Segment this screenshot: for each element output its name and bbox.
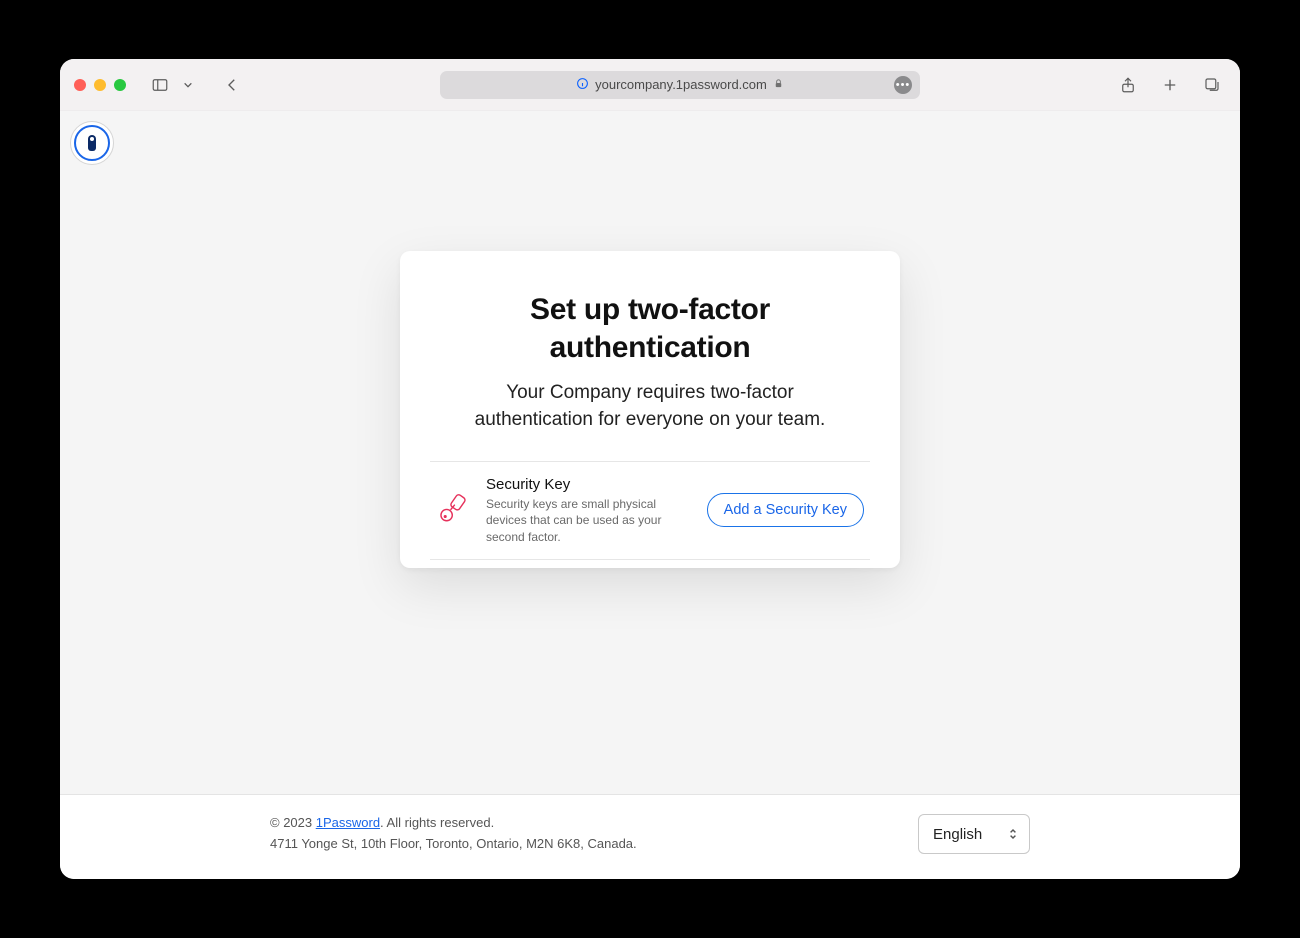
page-title: Set up two-factor authentication [430,291,870,366]
sidebar-menu-chevron-icon[interactable] [174,73,202,97]
security-key-row: Security Key Security keys are small phy… [430,461,870,560]
page-actions-icon[interactable]: ••• [894,76,912,94]
copyright-suffix: . All rights reserved. [380,815,494,830]
address-bar-text: yourcompany.1password.com [595,77,767,92]
sidebar-toggle-icon[interactable] [146,73,174,97]
page-body: Set up two-factor authentication Your Co… [60,111,1240,794]
security-key-title: Security Key [486,476,691,493]
safari-window: yourcompany.1password.com ••• [60,59,1240,879]
language-select[interactable]: English [918,814,1030,854]
security-key-description: Security keys are small physical devices… [486,496,666,545]
browser-toolbar: yourcompany.1password.com ••• [60,59,1240,111]
minimize-window-button[interactable] [94,79,106,91]
footer-address: 4711 Yonge St, 10th Floor, Toronto, Onta… [270,834,637,855]
add-security-key-button[interactable]: Add a Security Key [707,493,864,527]
address-bar[interactable]: yourcompany.1password.com ••• [440,71,920,99]
page-subtitle: Your Company requires two-factor authent… [430,380,870,433]
lock-icon [773,77,784,92]
share-icon[interactable] [1114,73,1142,97]
select-chevrons-icon [1007,826,1019,842]
copyright-prefix: © 2023 [270,815,316,830]
window-controls [74,79,126,91]
tab-overview-icon[interactable] [1198,73,1226,97]
footer-brand-link[interactable]: 1Password [316,815,380,830]
onepassword-logo[interactable] [70,121,114,165]
site-info-icon[interactable] [576,77,589,93]
back-button-icon[interactable] [218,73,246,97]
mfa-setup-card: Set up two-factor authentication Your Co… [400,251,900,568]
fullscreen-window-button[interactable] [114,79,126,91]
page-footer: © 2023 1Password. All rights reserved. 4… [60,794,1240,879]
security-key-icon [436,491,470,530]
close-window-button[interactable] [74,79,86,91]
language-selected-label: English [933,826,982,843]
new-tab-icon[interactable] [1156,73,1184,97]
